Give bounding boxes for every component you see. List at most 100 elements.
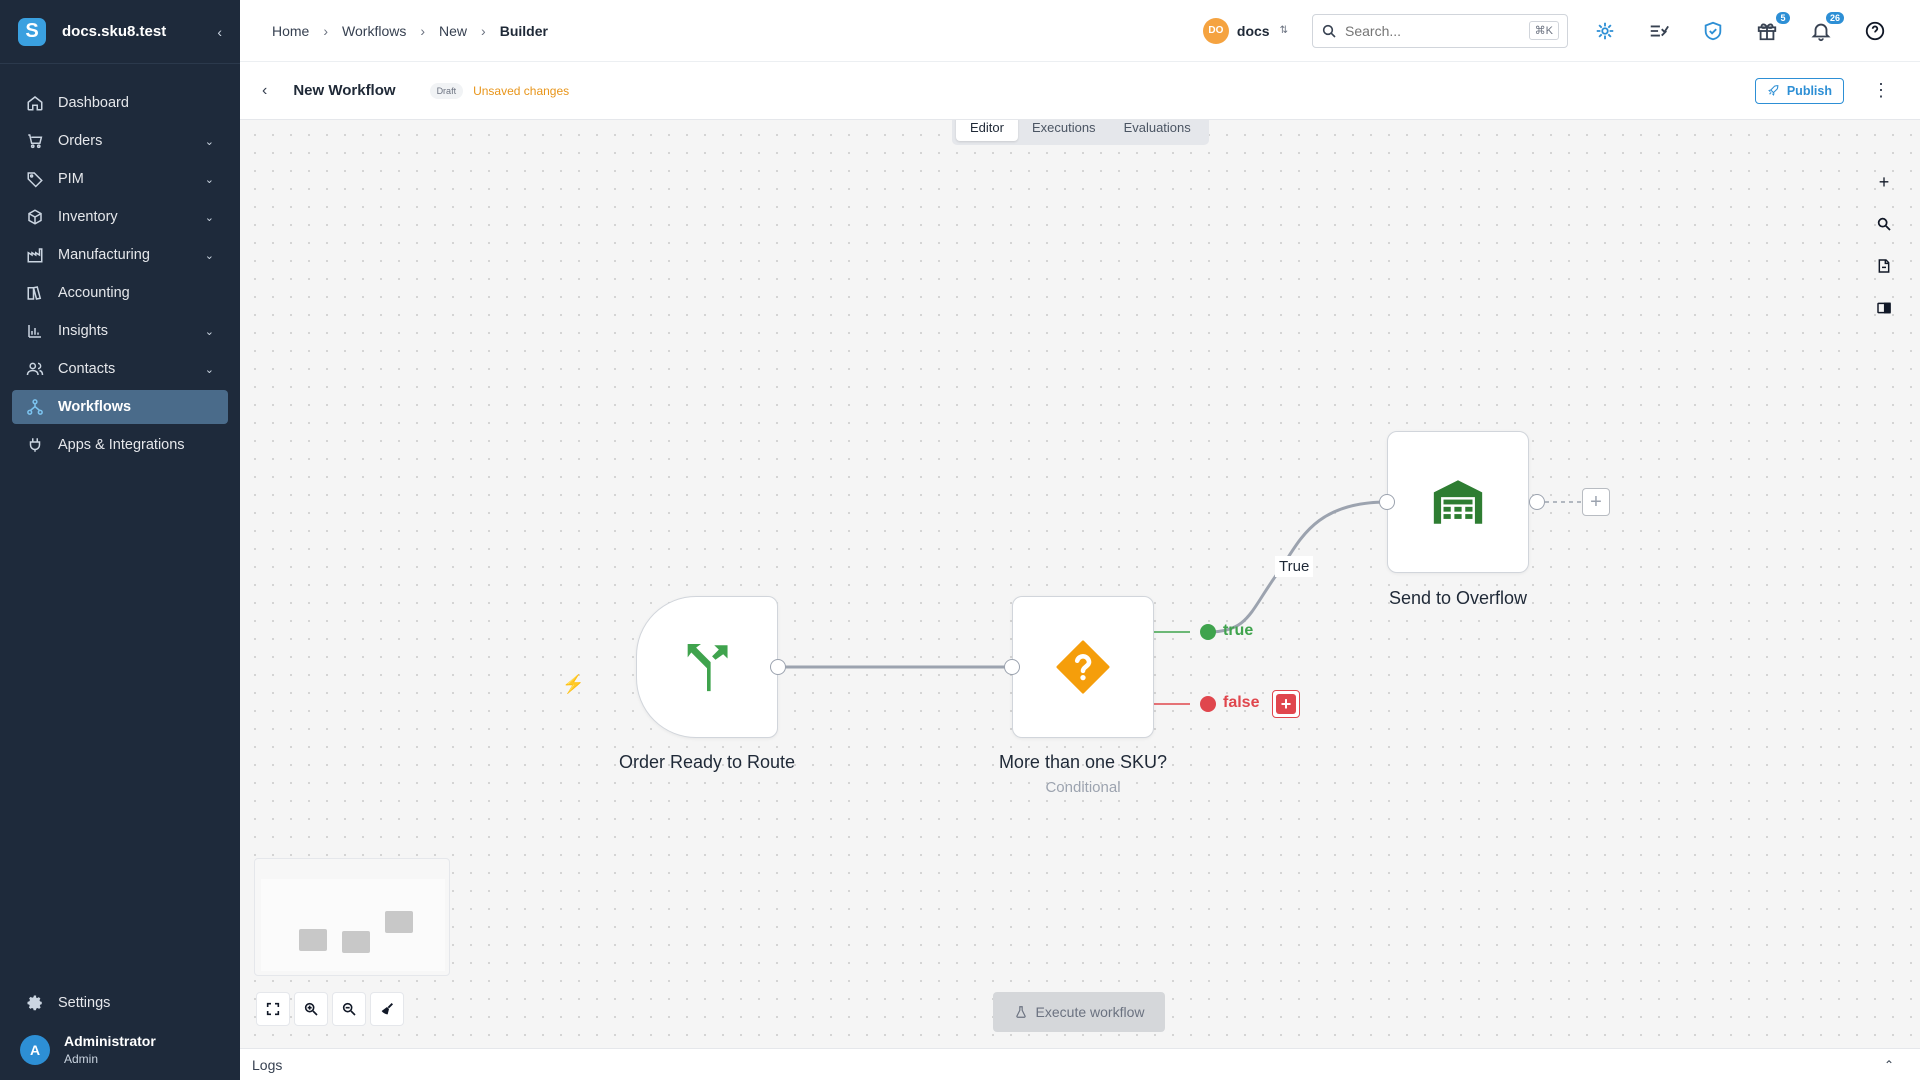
sidebar-item-accounting[interactable]: Accounting (12, 276, 228, 310)
question-diamond-icon (1056, 640, 1110, 694)
gear-icon (27, 995, 42, 1011)
back-arrow-icon[interactable]: ‹ (262, 82, 267, 100)
bell-icon[interactable]: 26 (1808, 11, 1844, 44)
sidebar-footer: Settings A Administrator Admin (0, 985, 240, 1080)
chevron-up-icon[interactable]: ⌃ (1884, 1058, 1894, 1072)
sidebar-item-label: Accounting (58, 285, 130, 301)
ai-assistant-icon[interactable] (1592, 18, 1618, 44)
node-trigger-label: Order Ready to Route (618, 752, 796, 772)
gift-icon[interactable]: 5 (1754, 11, 1790, 44)
broom-icon (381, 1003, 393, 1015)
cart-icon (26, 132, 44, 150)
publish-button[interactable]: Publish (1754, 77, 1844, 104)
status-badge: Draft (429, 82, 464, 99)
node-conditional-subtitle: Conditional (1045, 779, 1121, 796)
sidebar-item-label: Workflows (58, 399, 132, 415)
sidebar-item-manufacturing[interactable]: Manufacturing ⌄ (12, 238, 228, 272)
tidy-up-button[interactable] (370, 992, 404, 1026)
sidebar-item-label: Dashboard (58, 95, 129, 111)
logs-panel[interactable]: Logs ⌃ (240, 1048, 1920, 1080)
zoom-in-button[interactable] (294, 992, 328, 1026)
sidebar-item-label: PIM (58, 171, 84, 187)
more-options-icon[interactable]: ⋮ (1872, 80, 1890, 101)
node-conditional-input-handle[interactable] (1004, 659, 1020, 675)
search-input[interactable] (1345, 22, 1529, 39)
minimap-node (385, 911, 413, 933)
workflow-canvas[interactable]: Editor Executions Evaluations ⚡ Order Re… (240, 120, 1920, 1048)
user-profile[interactable]: A Administrator Admin (0, 1033, 240, 1080)
sidebar-item-label: Inventory (58, 209, 118, 225)
workflow-header: ‹ New Workflow Draft Unsaved changes Pub… (240, 62, 1920, 120)
warehouse-icon (1433, 480, 1483, 524)
execute-workflow-button[interactable]: Execute workflow (993, 992, 1165, 1032)
node-conditional[interactable] (1012, 596, 1154, 738)
node-action-input-handle[interactable] (1379, 494, 1395, 510)
node-action-label: Send to Overflow (1388, 588, 1528, 608)
sidebar-item-label: Apps & Integrations (58, 437, 185, 453)
node-trigger[interactable] (636, 596, 778, 738)
zoom-out-icon (342, 1002, 356, 1016)
search-box[interactable]: ⌘K (1312, 13, 1568, 48)
minimap[interactable] (254, 858, 450, 976)
zoom-in-icon (304, 1002, 318, 1016)
org-avatar: DO (1202, 17, 1229, 44)
avatar: A (20, 1034, 50, 1065)
workflow-title[interactable]: New Workflow (293, 82, 395, 99)
node-trigger-output-handle[interactable] (770, 659, 786, 675)
chevron-down-icon: ⌄ (204, 363, 214, 376)
sticky-note-icon[interactable] (1874, 256, 1894, 276)
book-icon (26, 284, 44, 302)
sidebar-item-label: Orders (58, 133, 103, 149)
breadcrumb-builder: Builder (499, 22, 548, 39)
sidebar-nav: Dashboard Orders ⌄ PIM ⌄ Inventory ⌄ Man… (0, 86, 240, 462)
add-next-node-button[interactable]: + (1582, 488, 1610, 516)
sidebar-item-label: Manufacturing (58, 247, 150, 263)
shield-icon[interactable] (1700, 18, 1726, 44)
canvas-right-toolbar: + (1874, 172, 1894, 340)
sidebar-item-apps-integrations[interactable]: Apps & Integrations (12, 428, 228, 462)
chevron-down-icon: ⌄ (204, 173, 214, 186)
sidebar: S docs.sku8.test ‹ Dashboard Orders ⌄ PI… (0, 0, 240, 1080)
add-node-icon[interactable]: + (1874, 172, 1894, 192)
add-false-branch-button[interactable]: + (1272, 690, 1300, 718)
breadcrumb-separator: › (481, 22, 486, 39)
minimap-node (342, 931, 370, 953)
collapse-sidebar-icon[interactable]: ‹ (217, 24, 222, 40)
sidebar-item-inventory[interactable]: Inventory ⌄ (12, 200, 228, 234)
breadcrumb-new[interactable]: New (439, 23, 467, 39)
home-icon (26, 94, 44, 112)
sidebar-item-pim[interactable]: PIM ⌄ (12, 162, 228, 196)
org-name: docs (1236, 22, 1270, 39)
help-icon[interactable] (1862, 18, 1888, 44)
fullscreen-icon (266, 1002, 280, 1016)
node-action-output-handle[interactable] (1529, 494, 1545, 510)
branch-false-handle[interactable] (1200, 696, 1216, 712)
logs-label: Logs (252, 1056, 283, 1073)
breadcrumb-workflows[interactable]: Workflows (342, 23, 406, 39)
branch-true-handle[interactable] (1200, 624, 1216, 640)
sidebar-item-insights[interactable]: Insights ⌄ (12, 314, 228, 348)
tasks-icon[interactable] (1646, 18, 1672, 44)
org-switcher[interactable]: DO docs ⇅ (1202, 17, 1288, 44)
sidebar-item-contacts[interactable]: Contacts ⌄ (12, 352, 228, 386)
sidebar-item-orders[interactable]: Orders ⌄ (12, 124, 228, 158)
minimap-viewport[interactable] (261, 879, 445, 971)
box-icon (26, 208, 44, 226)
user-name: Administrator (64, 1033, 156, 1049)
zoom-out-button[interactable] (332, 992, 366, 1026)
node-action[interactable] (1387, 431, 1529, 573)
settings-link[interactable]: Settings (0, 985, 240, 1021)
search-nodes-icon[interactable] (1874, 214, 1894, 234)
toggle-panel-icon[interactable] (1874, 298, 1894, 318)
sidebar-item-dashboard[interactable]: Dashboard (12, 86, 228, 120)
fit-view-button[interactable] (256, 992, 290, 1026)
breadcrumb-home[interactable]: Home (272, 23, 309, 39)
app-logo[interactable]: S (18, 17, 46, 46)
factory-icon (26, 246, 44, 264)
sidebar-header: S docs.sku8.test ‹ (0, 0, 240, 64)
sidebar-item-workflows[interactable]: Workflows (12, 390, 228, 424)
user-role: Admin (64, 1052, 99, 1066)
zoom-controls (256, 992, 408, 1026)
tag-icon (26, 170, 44, 188)
search-shortcut: ⌘K (1528, 21, 1559, 40)
